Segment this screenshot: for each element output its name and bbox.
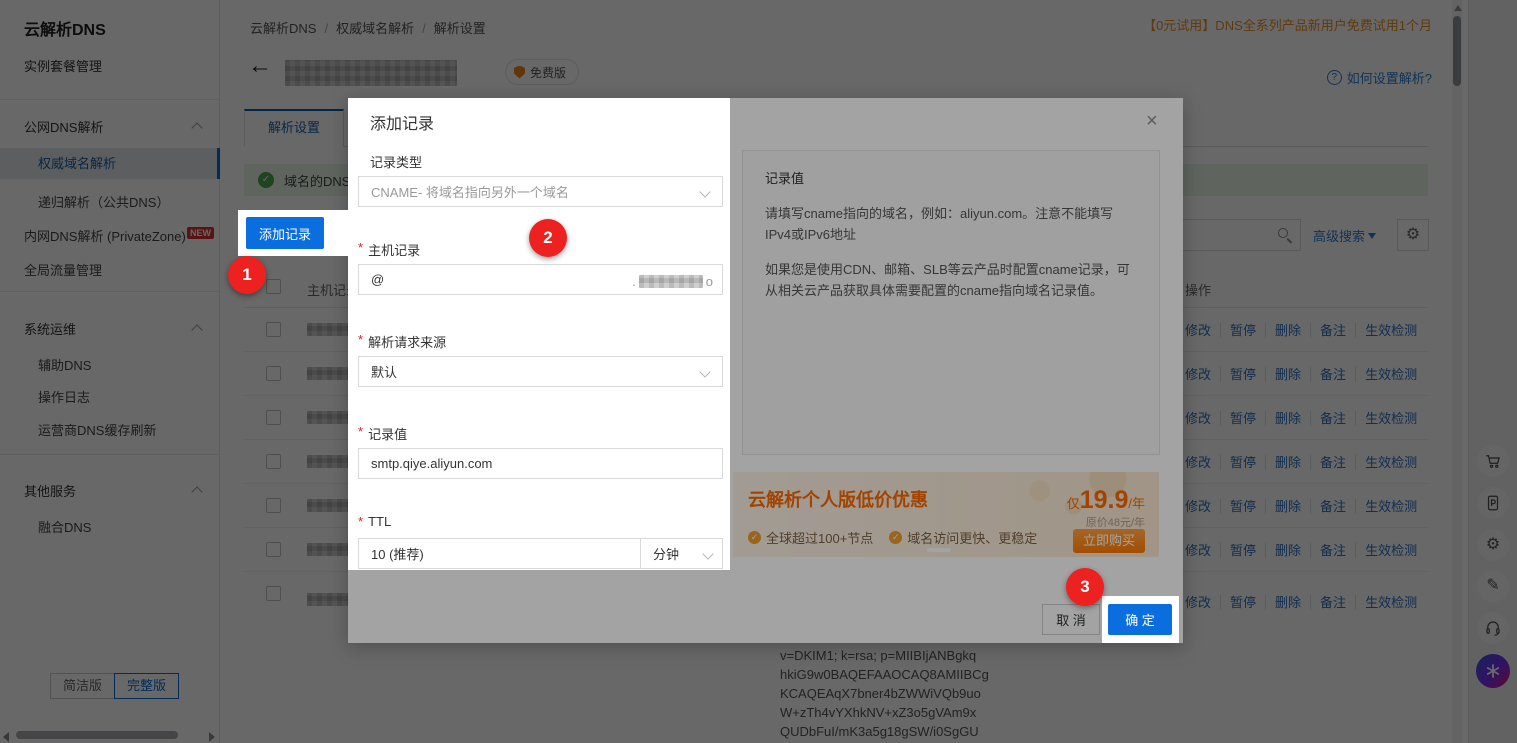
ttl-input[interactable]: 10 (推荐) (359, 539, 640, 568)
record-type-select[interactable]: CNAME- 将域名指向另外一个域名 (358, 176, 723, 207)
ttl-unit-select[interactable]: 分钟 (640, 539, 722, 568)
record-value-text: smtp.qiye.aliyun.com (371, 456, 492, 471)
dns-line-select[interactable]: 默认 (358, 356, 723, 387)
record-type-label: 记录类型 (370, 152, 422, 171)
host-record-input[interactable]: @ .o (358, 264, 723, 295)
host-record-label: *主机记录 (358, 240, 420, 259)
add-record-spotlight: 添加记录 (238, 210, 348, 256)
masked-domain-suffix: .o (632, 274, 713, 289)
record-type-value: CNAME- 将域名指向另外一个域名 (371, 182, 569, 201)
ttl-label: *TTL (358, 514, 391, 529)
modal-title: 添加记录 (370, 110, 434, 134)
confirm-button[interactable]: 确 定 (1108, 604, 1172, 635)
chevron-down-icon (699, 186, 710, 197)
host-record-value: @ (371, 272, 384, 287)
screen: 云解析DNS 实例套餐管理 公网DNS解析 权威域名解析 递归解析（公共DNS）… (0, 0, 1517, 743)
chevron-down-icon (702, 548, 713, 559)
dns-line-value: 默认 (371, 362, 397, 381)
record-value-label: *记录值 (358, 424, 407, 443)
record-value-input[interactable]: smtp.qiye.aliyun.com (358, 448, 723, 479)
ttl-unit-value: 分钟 (653, 544, 679, 563)
tutorial-dim-overlay (0, 0, 1517, 743)
step-badge-1: 1 (228, 256, 266, 294)
step-badge-2: 2 (529, 219, 567, 257)
add-record-form: 添加记录 记录类型 CNAME- 将域名指向另外一个域名 *主机记录 @ .o … (348, 98, 730, 570)
confirm-spotlight: 确 定 (1102, 596, 1179, 643)
step-badge-3: 3 (1066, 568, 1104, 606)
chevron-down-icon (699, 366, 710, 377)
ttl-input-group: 10 (推荐) 分钟 (358, 538, 723, 569)
dns-line-label: *解析请求来源 (358, 332, 446, 351)
add-record-button[interactable]: 添加记录 (246, 217, 324, 249)
